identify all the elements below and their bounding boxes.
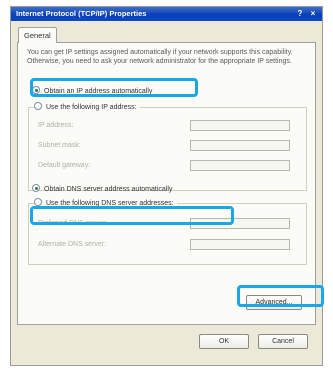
subnet-mask-label: Subnet mask: xyxy=(38,142,81,149)
use-following-ip-radio[interactable]: Use the following IP address: xyxy=(34,102,140,113)
cancel-button[interactable]: Cancel xyxy=(258,334,308,349)
use-following-dns-radio[interactable]: Use the following DNS server addresses: xyxy=(34,198,177,209)
ip-address-field[interactable] xyxy=(190,120,290,131)
close-button[interactable]: × xyxy=(308,9,318,19)
radio-unselected-icon xyxy=(34,102,42,111)
dns-server-group xyxy=(28,203,307,265)
general-tab-panel: You can get IP settings assigned automat… xyxy=(17,42,316,325)
tcpip-properties-dialog: Internet Protocol (TCP/IP) Properties ? … xyxy=(10,6,323,366)
help-button[interactable]: ? xyxy=(295,9,305,19)
obtain-ip-auto-radio[interactable]: Obtain an IP address automatically xyxy=(32,86,153,97)
ok-button[interactable]: OK xyxy=(199,334,249,349)
advanced-button[interactable]: Advanced... xyxy=(246,295,302,310)
obtain-dns-auto-radio[interactable]: Obtain DNS server address automatically xyxy=(32,184,173,195)
use-following-ip-label: Use the following IP address: xyxy=(46,104,137,111)
window-title: Internet Protocol (TCP/IP) Properties xyxy=(16,9,147,18)
title-bar[interactable]: Internet Protocol (TCP/IP) Properties ? … xyxy=(11,7,322,21)
obtain-ip-auto-label: Obtain an IP address automatically xyxy=(44,88,153,95)
preferred-dns-field[interactable] xyxy=(190,218,290,229)
subnet-mask-row: Subnet mask: xyxy=(38,140,300,152)
default-gateway-label: Default gateway: xyxy=(38,162,91,169)
alternate-dns-field[interactable] xyxy=(190,239,290,250)
obtain-dns-auto-label: Obtain DNS server address automatically xyxy=(44,186,173,193)
preferred-dns-label: Preferred DNS server: xyxy=(38,220,108,227)
description-text: You can get IP settings assigned automat… xyxy=(27,49,293,65)
radio-unselected-icon xyxy=(34,198,42,207)
radio-selected-icon xyxy=(32,86,40,95)
radio-selected-icon xyxy=(32,184,40,193)
alternate-dns-label: Alternate DNS server: xyxy=(38,241,107,248)
alternate-dns-row: Alternate DNS server: xyxy=(38,239,300,251)
tab-general[interactable]: General xyxy=(18,27,57,43)
ip-address-row: IP address: xyxy=(38,120,300,132)
subnet-mask-field[interactable] xyxy=(190,140,290,151)
preferred-dns-row: Preferred DNS server: xyxy=(38,218,300,230)
default-gateway-row: Default gateway: xyxy=(38,160,300,172)
use-following-dns-label: Use the following DNS server addresses: xyxy=(46,200,174,207)
ip-address-label: IP address: xyxy=(38,122,74,129)
default-gateway-field[interactable] xyxy=(190,160,290,171)
